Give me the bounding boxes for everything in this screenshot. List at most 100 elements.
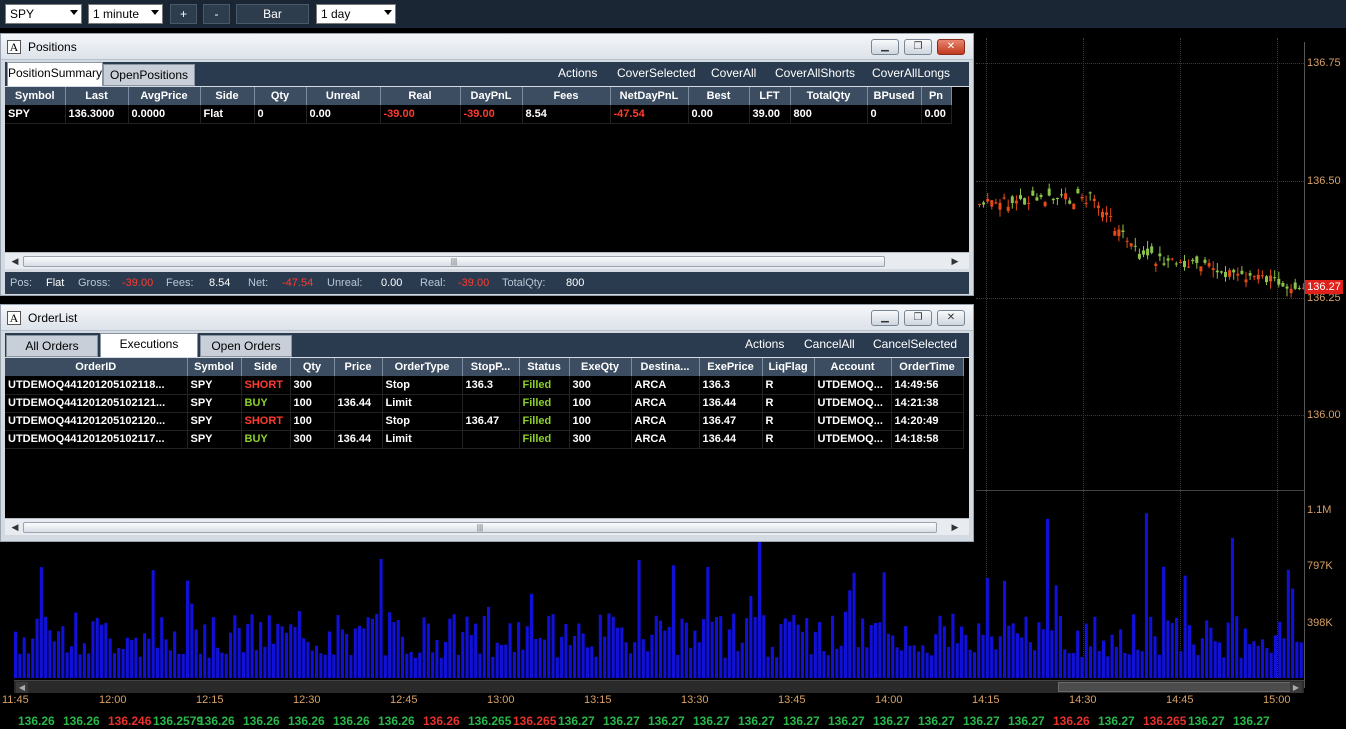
column-header[interactable]: Price [334,358,383,376]
execution-row[interactable]: UTDEMOQ441201205102121... SPY BUY 100 136.44… [5,394,964,413]
actions-menu[interactable]: Actions [558,66,597,80]
volume-bar [487,606,491,678]
tab-open-positions[interactable]: OpenPositions [103,64,195,86]
column-header[interactable]: Qty [254,87,307,105]
table-cell: R [762,376,815,395]
volume-bar [224,653,228,678]
table-cell: -39.00 [460,105,523,124]
scroll-left-icon[interactable]: ◀ [16,682,28,693]
scroll-thumb[interactable]: ||| [23,522,937,533]
cover-all-button[interactable]: CoverAll [711,66,756,80]
column-header[interactable]: Last [65,87,129,105]
column-header[interactable]: LFT [749,87,791,105]
column-header[interactable]: Unreal [306,87,381,105]
table-cell: 0.0000 [128,105,201,124]
chart-scrollbar[interactable]: ◀ ▶ [14,680,1304,693]
scroll-right-icon[interactable]: ▶ [1290,682,1302,693]
volume-bar [57,631,61,678]
table-cell: 136.3 [699,376,763,395]
column-header[interactable]: DayPnL [460,87,523,105]
symbol-select[interactable]: SPY [5,4,82,24]
execution-row[interactable]: UTDEMOQ441201205102117... SPY BUY 300 136.44… [5,430,964,449]
scroll-thumb[interactable]: ||| [23,256,885,267]
column-header[interactable]: LiqFlag [762,358,815,376]
tab-position-summary[interactable]: PositionSummary [7,62,103,86]
positions-titlebar[interactable]: A Positions ▁ ❐ ✕ [1,34,973,60]
column-header[interactable]: Pn [921,87,952,105]
interval-select[interactable]: 1 minute [88,4,163,24]
ticker-strip: 136.26 136.26 136.246 136.2579 136.26 136.26 1… [0,714,1346,729]
volume-bar [1170,622,1174,678]
scroll-right-icon[interactable]: ▶ [949,255,961,267]
restore-icon[interactable]: ❐ [904,310,932,326]
column-header[interactable]: NetDayPnL [610,87,689,105]
actions-menu[interactable]: Actions [745,337,784,351]
column-header[interactable]: Symbol [187,358,242,376]
column-header[interactable]: Fees [522,87,611,105]
column-header[interactable]: Status [519,358,570,376]
position-row[interactable]: SPY 136.3000 0.0000 Flat 0 0.00 -39.00 -39.00 8.… [5,105,952,124]
column-header[interactable]: AvgPrice [128,87,201,105]
volume-bar [800,631,804,678]
execution-row[interactable]: UTDEMOQ441201205102120... SPY SHORT 100 Stop… [5,412,964,431]
scroll-left-icon[interactable]: ◀ [9,255,21,267]
execution-row[interactable]: UTDEMOQ441201205102118... SPY SHORT 300 Stop… [5,376,964,395]
candle-body [1211,268,1215,271]
tab-all-orders[interactable]: All Orders [6,335,98,357]
restore-icon[interactable]: ❐ [904,39,932,55]
volume-bar [736,651,740,678]
minimize-icon[interactable]: ▁ [871,39,899,55]
orderlist-titlebar[interactable]: A OrderList ▁ ❐ ✕ [1,305,973,331]
volume-bar [714,617,718,678]
column-header[interactable]: Best [688,87,750,105]
chart-type-button[interactable]: Bar [236,4,309,24]
candle-body [1273,277,1277,279]
volume-bar [1269,652,1273,678]
column-header[interactable]: ExePrice [699,358,763,376]
column-header[interactable]: Account [814,358,892,376]
column-header[interactable]: StopP... [462,358,520,376]
cancel-selected-button[interactable]: CancelSelected [873,337,957,351]
column-header[interactable]: BPused [867,87,922,105]
close-icon[interactable]: ✕ [937,39,965,55]
volume-bar [530,593,534,678]
column-header[interactable]: TotalQty [790,87,868,105]
zoom-in-button[interactable]: + [170,4,197,24]
column-header[interactable]: OrderTime [891,358,964,376]
volume-bar [1239,657,1243,678]
scroll-left-icon[interactable]: ◀ [9,521,21,533]
column-header[interactable]: Side [200,87,255,105]
minimize-icon[interactable]: ▁ [871,310,899,326]
tab-open-orders[interactable]: Open Orders [200,335,292,357]
orderlist-hscrollbar[interactable]: ◀ ||| ▶ [5,518,969,535]
volume-bar [370,618,374,678]
volume-bar [302,638,306,678]
column-header[interactable]: Symbol [5,87,66,105]
column-header[interactable]: Real [380,87,461,105]
column-header[interactable]: Side [241,358,291,376]
scroll-thumb[interactable] [1058,682,1298,692]
volume-bar [409,652,413,678]
cover-selected-button[interactable]: CoverSelected [617,66,696,80]
cancel-all-button[interactable]: CancelAll [804,337,855,351]
cover-all-shorts-button[interactable]: CoverAllShorts [775,66,855,80]
zoom-out-button[interactable]: - [203,4,230,24]
close-icon[interactable]: ✕ [937,310,965,326]
range-select[interactable]: 1 day [316,4,396,24]
column-header[interactable]: OrderType [382,358,463,376]
cover-all-longs-button[interactable]: CoverAllLongs [872,66,950,80]
volume-bar [891,635,895,678]
positions-hscrollbar[interactable]: ◀ ||| ▶ [5,252,969,269]
volume-bar [151,570,155,678]
column-header[interactable]: ExeQty [569,358,632,376]
tab-executions[interactable]: Executions [100,333,198,357]
volume-bar [310,650,314,678]
scroll-right-icon[interactable]: ▶ [949,521,961,533]
column-header[interactable]: OrderID [5,358,188,376]
table-cell: SHORT [241,376,291,395]
candle-body [1133,245,1137,247]
ticker-price: 136.2579 [153,714,204,728]
candle-body [1076,188,1080,194]
column-header[interactable]: Qty [290,358,335,376]
column-header[interactable]: Destina... [631,358,700,376]
